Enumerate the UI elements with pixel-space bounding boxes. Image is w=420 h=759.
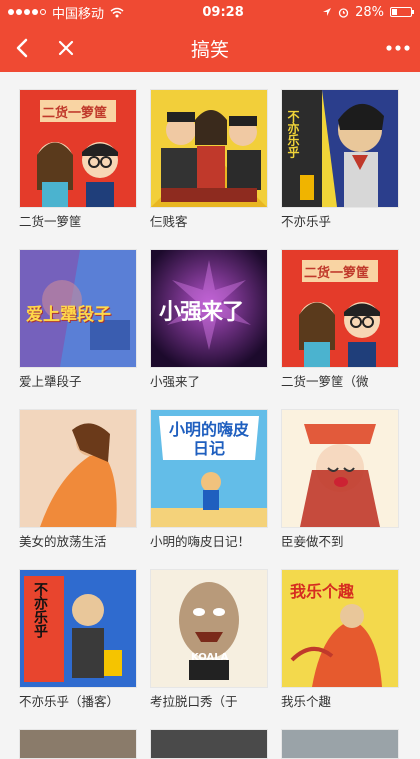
program-cover: 不亦乐乎 [281,89,399,208]
program-card[interactable]: 臣妾做不到 [281,409,399,569]
chevron-left-icon [16,38,28,58]
program-cover: 二货一箩筐 [19,89,137,208]
program-title: 二货一箩筐 [19,214,82,229]
program-title: 仨贱客 [150,214,188,229]
program-cover: 不亦乐乎 [19,569,137,688]
battery-percent: 28% [355,4,384,20]
signal-strength-icon [8,9,46,15]
program-title: 小明的嗨皮日记！ [150,534,251,549]
program-title: 臣妾做不到 [281,534,344,549]
program-cover: 爱上犟段子 [19,249,137,368]
program-card[interactable]: KOALA 考拉脱口秀（于 [150,569,268,729]
alarm-icon [338,7,349,18]
cover-title-text: 二货一箩筐 [304,266,370,281]
wifi-icon [110,7,124,17]
program-cover: 小明的嗨皮日记 [150,409,268,528]
program-cover: KOALA [150,569,268,688]
program-card[interactable]: 仨贱客 [150,89,268,249]
program-cover [281,729,399,759]
program-cover [19,409,137,528]
close-icon [58,40,74,56]
program-cover: 小强来了 [150,249,268,368]
cover-title-text: KOALA [191,652,229,663]
cover-title-text: 不亦乐乎 [286,110,300,158]
program-card[interactable] [19,729,137,759]
battery-icon [390,7,414,17]
program-card[interactable]: 二货一箩筐 二货一箩筐（微 [281,249,399,409]
program-card[interactable]: 不亦乐乎 不亦乐乎 [281,89,399,249]
program-title: 我乐个趣 [281,694,332,709]
more-button[interactable] [376,24,420,72]
program-cover [19,729,137,759]
location-icon [323,8,332,16]
program-card[interactable]: 我乐个趣 我乐个趣 [281,569,399,729]
cover-title-text: 我乐个趣 [290,582,355,601]
program-card[interactable] [281,729,399,759]
program-cover [150,729,268,759]
program-title: 考拉脱口秀（于 [150,694,238,709]
program-title: 爱上犟段子 [19,374,82,389]
program-title: 不亦乐乎 [281,214,332,229]
close-button[interactable] [44,24,88,72]
cover-title-text: 小强来了 [159,300,244,325]
program-card[interactable]: 爱上犟段子 爱上犟段子 [19,249,137,409]
program-title: 美女的放荡生活 [19,534,107,549]
more-dots-icon [386,45,410,51]
back-button[interactable] [0,24,44,72]
program-cover: 我乐个趣 [281,569,399,688]
program-cover: 二货一箩筐 [281,249,399,368]
program-card[interactable]: 美女的放荡生活 [19,409,137,569]
program-card[interactable]: 小强来了 小强来了 [150,249,268,409]
cover-title-text: 爱上犟段子 [26,305,111,325]
program-card[interactable]: 小明的嗨皮日记 小明的嗨皮日记！ [150,409,268,569]
program-title: 二货一箩筐（微 [281,374,369,389]
program-title: 不亦乐乎（播客） [19,694,120,709]
program-cover [281,409,399,528]
program-card[interactable] [150,729,268,759]
cover-title-text: 二货一箩筐 [42,106,108,121]
program-grid: 二货一箩筐 二货一箩筐 仨贱客 不亦乐乎 不亦乐乎 爱上犟段子 爱上犟段子 小强… [0,72,420,759]
cover-title-text: 不亦乐乎 [32,582,48,638]
status-bar: 中国移动 09:28 28% [0,0,420,24]
carrier-label: 中国移动 [52,6,105,22]
status-time: 09:28 [202,4,244,20]
nav-bar: 搞笑 [0,24,420,72]
program-title: 小强来了 [150,374,201,389]
program-card[interactable]: 不亦乐乎 不亦乐乎（播客） [19,569,137,729]
cover-title-text: 小明的嗨皮日记 [168,420,249,458]
program-card[interactable]: 二货一箩筐 二货一箩筐 [19,89,137,249]
program-cover [150,89,268,208]
